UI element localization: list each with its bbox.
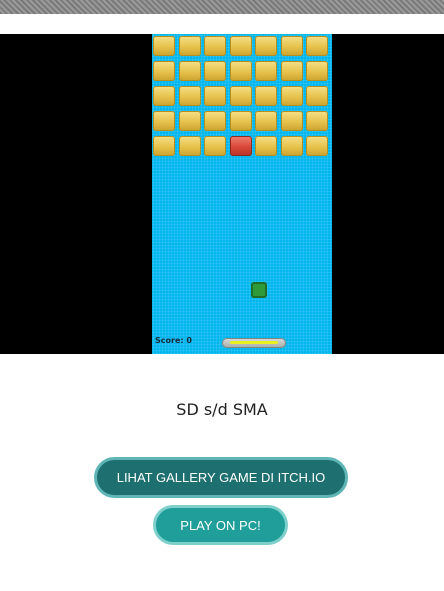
- brick: [255, 36, 277, 56]
- brick: [178, 61, 201, 81]
- game-canvas-frame[interactable]: Score: 0: [0, 34, 444, 354]
- play-on-pc-button[interactable]: PLAY ON PC!: [153, 505, 288, 545]
- brick: [280, 111, 303, 131]
- paddle[interactable]: [222, 338, 286, 348]
- category-label: SD s/d SMA: [176, 400, 268, 419]
- game-playfield[interactable]: Score: 0: [152, 34, 332, 354]
- brick: [178, 86, 201, 106]
- brick: [153, 61, 175, 81]
- brick: [153, 136, 175, 156]
- brick: [153, 86, 175, 106]
- brick: [306, 86, 328, 106]
- score-label: Score: 0: [155, 336, 192, 345]
- brick: [153, 111, 175, 131]
- brick: [204, 36, 226, 56]
- brick: [153, 36, 175, 56]
- brick: [280, 36, 303, 56]
- ball: [251, 282, 267, 298]
- brick: [306, 61, 328, 81]
- brick: [178, 111, 201, 131]
- brick-hit: [229, 136, 252, 156]
- brick: [306, 136, 328, 156]
- brick: [204, 86, 226, 106]
- brick: [229, 36, 252, 56]
- itch-gallery-button[interactable]: LIHAT GALLERY GAME DI ITCH.IO: [94, 457, 348, 498]
- brick: [204, 136, 226, 156]
- brick: [255, 136, 277, 156]
- brick: [229, 111, 252, 131]
- brick: [280, 136, 303, 156]
- brick: [204, 111, 226, 131]
- brick: [229, 86, 252, 106]
- brick: [280, 86, 303, 106]
- brick: [255, 111, 277, 131]
- brick: [280, 61, 303, 81]
- brick: [306, 111, 328, 131]
- top-banner-strip: [0, 0, 444, 14]
- brick: [229, 61, 252, 81]
- brick: [204, 61, 226, 81]
- brick: [178, 36, 201, 56]
- brick: [178, 136, 201, 156]
- brick: [306, 36, 328, 56]
- brick: [255, 86, 277, 106]
- brick: [255, 61, 277, 81]
